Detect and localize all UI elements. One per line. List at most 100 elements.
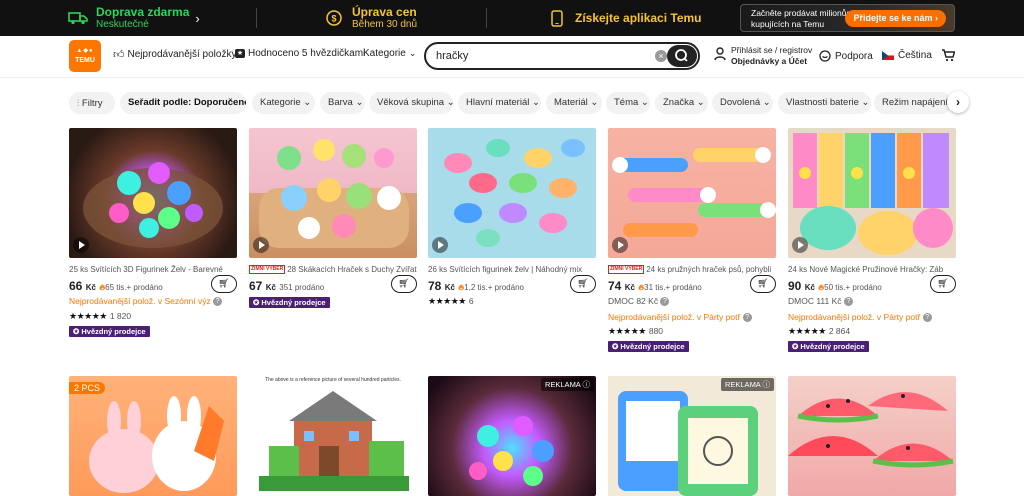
account-text[interactable]: Přihlásit se / registrov Objednávky a Úč… xyxy=(731,45,812,67)
filter-chip-category[interactable]: Kategorie ⌄ xyxy=(252,92,315,114)
phone-icon xyxy=(551,9,563,27)
add-to-cart-button[interactable]: 🛒︎ xyxy=(570,275,596,293)
filter-chip-label: Vlastnosti baterie xyxy=(786,97,859,108)
filter-chip-material[interactable]: Materiál ⌄ xyxy=(546,92,602,114)
product-title[interactable]: 24 ks Nové Magické Pružinové Hračky: Záb xyxy=(788,265,956,274)
watermelon-squishy-image xyxy=(788,392,954,468)
help-icon[interactable]: ? xyxy=(922,313,932,323)
nav-categories[interactable]: Kategorie ⌄ xyxy=(363,48,416,59)
play-video-icon[interactable] xyxy=(612,237,628,253)
winter-pick-badge: ZIMNÍ VÝBĚR xyxy=(608,265,645,275)
filter-chip-brand[interactable]: Značka ⌄ xyxy=(655,92,708,114)
price-currency: Kč xyxy=(85,283,96,292)
price-currency: Kč xyxy=(444,283,455,292)
product-title[interactable]: 25 ks Svítících 3D Figurinek Želv - Bare… xyxy=(69,265,237,274)
account-line2: Objednávky a Účet xyxy=(731,56,808,66)
cart-button[interactable] xyxy=(941,48,956,67)
filter-chip-main-material[interactable]: Hlavní materiál ⌄ xyxy=(458,92,541,114)
search-button[interactable] xyxy=(667,45,697,67)
sold-count: 65 tis.+ prodáno xyxy=(105,283,163,292)
add-to-cart-button[interactable]: 🛒︎ xyxy=(750,275,776,293)
play-video-icon[interactable] xyxy=(432,237,448,253)
price-title: Úprava cen xyxy=(352,4,417,19)
filter-chip-theme[interactable]: Téma ⌄ xyxy=(606,92,650,114)
filter-chip-power-mode[interactable]: Režim napájení ⌄ xyxy=(874,92,952,114)
shipping-subtitle: Neskutečné xyxy=(96,18,149,30)
product-image[interactable] xyxy=(788,128,956,258)
stretchy-dog-toys-image xyxy=(612,147,776,237)
nav-five-star[interactable]: ★ Hodnoceno 5 hvězdičkami xyxy=(235,48,365,59)
product-card[interactable]: REKLAMA ⓘ xyxy=(608,376,776,496)
filters-next-button[interactable]: › xyxy=(947,91,969,113)
star-seller-label: Hvězdný prodejce xyxy=(261,298,326,307)
chevron-down-icon: ⌄ xyxy=(446,97,453,108)
product-image[interactable]: REKLAMA ⓘ xyxy=(608,376,776,496)
ad-label-text: REKLAMA xyxy=(544,380,581,389)
filter-chip-battery[interactable]: Vlastnosti baterie ⌄ xyxy=(778,92,871,114)
product-card[interactable]: 2 PCS xyxy=(69,376,237,496)
help-icon[interactable]: ? xyxy=(742,313,752,323)
help-icon[interactable]: ? xyxy=(213,297,223,307)
product-card[interactable]: REKLAMA ⓘ xyxy=(428,376,596,496)
rating-count: 880 xyxy=(648,326,664,336)
add-to-cart-button[interactable]: 🛒︎ xyxy=(211,275,237,293)
product-image[interactable]: 2 PCS xyxy=(69,376,237,496)
star-seller-label: Hvězdný prodejce xyxy=(81,327,146,336)
star-seller-label: Hvězdný prodejce xyxy=(800,342,865,351)
nav-bestsellers[interactable]: 👍︎ Nejprodávanější položky xyxy=(113,48,236,61)
product-price: 78 Kč 🔥︎1,2 tis.+ prodáno xyxy=(428,279,524,293)
add-to-cart-button[interactable]: 🛒︎ xyxy=(930,275,956,293)
bestseller-line: Nejprodávanější polož. v Sezónní výz ? xyxy=(69,296,237,307)
product-title[interactable]: ZIMNÍ VÝBĚR 24 ks pružných hraček psů, po… xyxy=(608,265,776,275)
rating-count: 1 820 xyxy=(109,311,132,321)
search-input[interactable] xyxy=(436,50,636,62)
help-icon[interactable]: ? xyxy=(843,297,853,307)
product-image[interactable] xyxy=(428,128,596,258)
temu-logo[interactable]: ▲◆● TEMU xyxy=(69,40,101,72)
account-menu[interactable] xyxy=(714,47,726,66)
join-seller-button[interactable]: Přidejte se ke nám › xyxy=(845,10,946,27)
ad-label: REKLAMA ⓘ xyxy=(540,378,594,391)
sort-dropdown[interactable]: Seřadit podle: Doporučené ⌄ xyxy=(120,92,246,114)
filter-chip-label: Dovolená xyxy=(720,97,761,108)
play-video-icon[interactable] xyxy=(253,237,269,253)
product-image[interactable]: REKLAMA ⓘ xyxy=(428,376,596,496)
product-image[interactable] xyxy=(608,128,776,258)
product-image[interactable] xyxy=(69,128,237,258)
help-icon[interactable]: ? xyxy=(660,297,670,307)
filter-chip-filters[interactable]: ⫶ Filtry xyxy=(69,92,115,114)
bestseller-label: Nejprodávanější polož. v Párty potř xyxy=(788,312,921,322)
product-card[interactable] xyxy=(788,376,956,496)
chevron-down-icon: ⌄ xyxy=(858,97,870,108)
product-title[interactable]: ZIMNÍ VÝBĚR 28 Skákacích Hraček s Duchy Z… xyxy=(249,265,417,275)
play-video-icon[interactable] xyxy=(73,237,89,253)
filter-chip-color[interactable]: Barva ⌄ xyxy=(320,92,365,114)
nav-bestsellers-label: Nejprodávanější položky xyxy=(127,49,237,60)
rating: ★★★★★ 880 xyxy=(608,326,663,337)
language-label: Čeština xyxy=(898,50,932,61)
chevron-right-icon: › xyxy=(195,10,200,26)
sell-on-temu-banner[interactable]: Začněte prodávat milionům kupujících na … xyxy=(740,4,955,32)
language-selector[interactable]: Čeština xyxy=(882,50,932,61)
product-image[interactable] xyxy=(788,376,956,496)
support-link[interactable]: Podpora xyxy=(819,50,873,62)
add-to-cart-button[interactable]: 🛒︎ xyxy=(391,275,417,293)
play-video-icon[interactable] xyxy=(792,237,808,253)
product-image[interactable]: The above is a reference picture of seve… xyxy=(249,376,417,496)
app-text: Získejte aplikaci Temu xyxy=(575,10,702,25)
product-title[interactable]: 26 ks Svítících figurinek želv | Náhodný… xyxy=(428,265,596,274)
drawing-board-toys-image xyxy=(618,391,758,496)
free-shipping-promo[interactable]: Doprava zdarma Neskutečné › xyxy=(68,0,200,36)
get-app-promo[interactable]: Získejte aplikaci Temu xyxy=(551,0,702,36)
logo-mark-icon: ▲◆● xyxy=(76,48,94,54)
filter-chip-age-group[interactable]: Věková skupina ⌄ xyxy=(369,92,453,114)
price-adjustment-promo[interactable]: $ Úprava cen Během 30 dnů xyxy=(326,0,417,36)
filter-chip-label: Značka xyxy=(663,97,695,108)
product-image[interactable] xyxy=(249,128,417,258)
clear-search-icon[interactable]: × xyxy=(655,50,667,62)
filter-chip-label: Barva xyxy=(328,97,353,108)
join-seller-label: Přidejte se ke nám xyxy=(853,13,933,23)
star-rating-icon: ★★★★★ xyxy=(608,326,646,336)
filter-chip-holiday[interactable]: Dovolená ⌄ xyxy=(712,92,773,114)
product-card[interactable]: The above is a reference picture of seve… xyxy=(249,376,417,496)
